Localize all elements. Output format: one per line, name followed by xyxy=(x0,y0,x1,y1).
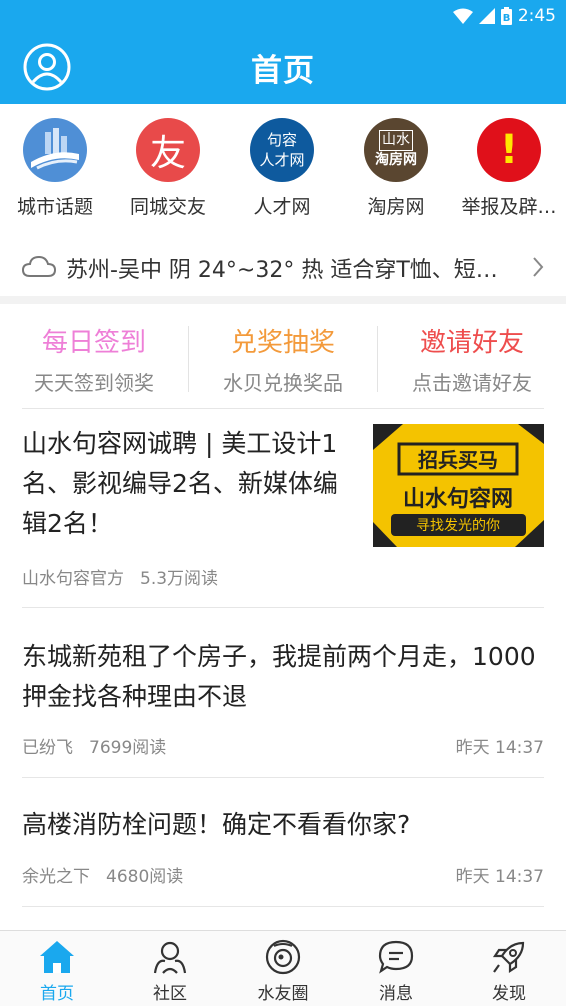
quick-link-label: 人才网 xyxy=(253,196,311,218)
news-title: 高楼消防栓问题！确定不看看你家? xyxy=(22,810,411,839)
news-author: 山水句容官方 xyxy=(22,569,124,589)
nav-label: 水友圈 xyxy=(257,984,309,1004)
home-icon xyxy=(17,937,97,977)
news-author: 已纷飞 xyxy=(22,738,73,758)
bottom-navigation: 首页 社区 水友圈 消息 发现 xyxy=(0,930,566,1006)
battery-icon: B xyxy=(500,7,512,25)
svg-text:B: B xyxy=(503,13,511,24)
nav-messages[interactable]: 消息 xyxy=(356,937,436,1004)
quick-link-label: 同城交友 xyxy=(129,196,206,218)
quick-link-report[interactable]: ! 举报及辟… xyxy=(454,118,564,219)
quick-link-label: 举报及辟… xyxy=(461,196,557,218)
nav-label: 消息 xyxy=(379,984,413,1004)
task-daily-checkin[interactable]: 每日签到 天天签到领奖 xyxy=(0,322,188,396)
house-icon: 山水 淘房网 xyxy=(364,118,428,182)
nav-label: 社区 xyxy=(153,984,187,1004)
task-title: 每日签到 xyxy=(41,328,146,358)
weather-text: 苏州-吴中 阴 24°~32° 热 适合穿T恤、短… xyxy=(66,258,498,283)
news-time: 昨天 14:37 xyxy=(455,867,544,887)
svg-text:招兵买马: 招兵买马 xyxy=(418,448,498,472)
divider xyxy=(22,777,544,778)
quick-link-friends[interactable]: 友 同城交友 xyxy=(113,118,223,219)
divider xyxy=(22,906,544,907)
signal-icon xyxy=(478,8,495,24)
news-meta: 已纷飞 7699阅读 昨天 14:37 xyxy=(22,733,544,758)
cloud-icon xyxy=(22,255,56,277)
task-row: 每日签到 天天签到领奖 兑奖抽奖 水贝兑换奖品 邀请好友 点击邀请好友 xyxy=(0,304,566,408)
nav-community[interactable]: 社区 xyxy=(130,937,210,1004)
nav-home[interactable]: 首页 xyxy=(17,937,97,1004)
quick-link-label: 城市话题 xyxy=(16,196,93,218)
nav-discover[interactable]: 发现 xyxy=(469,937,549,1004)
top-bar: B 2:45 首页 xyxy=(0,0,566,104)
message-icon xyxy=(356,937,436,977)
quick-links: 城市话题 友 同城交友 句容 人才网 人才网 山水 淘房网 淘房网 ! 举报及辟… xyxy=(0,104,566,234)
news-item[interactable]: 山水句容网诚聘 | 美工设计1名、影视编导2名、新媒体编辑2名！ xyxy=(22,424,358,544)
news-reads: 4680阅读 xyxy=(106,867,184,887)
news-reads: 7699阅读 xyxy=(89,738,167,758)
report-icon: ! xyxy=(477,118,541,182)
task-title: 邀请好友 xyxy=(419,328,524,358)
news-meta: 余光之下 4680阅读 昨天 14:37 xyxy=(22,862,544,887)
status-time: 2:45 xyxy=(517,6,556,26)
task-redeem-lottery[interactable]: 兑奖抽奖 水贝兑换奖品 xyxy=(189,322,377,396)
quick-link-house[interactable]: 山水 淘房网 淘房网 xyxy=(341,118,451,219)
circle-icon xyxy=(243,937,323,977)
svg-text:寻找发光的你: 寻找发光的你 xyxy=(416,518,500,534)
news-item[interactable]: 东城新苑租了个房子，我提前两个月走，1000押金找各种理由不退 xyxy=(22,637,544,717)
quick-link-talent[interactable]: 句容 人才网 人才网 xyxy=(227,118,337,219)
news-item[interactable]: 高楼消防栓问题！确定不看看你家? xyxy=(22,805,544,845)
nav-label: 发现 xyxy=(492,984,526,1004)
task-subtitle: 天天签到领奖 xyxy=(34,371,154,395)
news-meta: 山水句容官方 5.3万阅读 xyxy=(22,564,544,589)
task-subtitle: 点击邀请好友 xyxy=(412,371,532,395)
task-invite-friends[interactable]: 邀请好友 点击邀请好友 xyxy=(378,322,566,396)
svg-text:山水句容网: 山水句容网 xyxy=(403,486,513,512)
news-title: 东城新苑租了个房子，我提前两个月走，1000押金找各种理由不退 xyxy=(22,642,536,711)
status-bar: B 2:45 xyxy=(452,0,556,32)
wifi-icon xyxy=(452,8,473,24)
discover-icon xyxy=(469,937,549,977)
news-title: 山水句容网诚聘 | 美工设计1名、影视编导2名、新媒体编辑2名！ xyxy=(22,429,338,538)
task-title: 兑奖抽奖 xyxy=(230,328,335,358)
task-subtitle: 水贝兑换奖品 xyxy=(223,371,343,395)
nav-water-circle[interactable]: 水友圈 xyxy=(243,937,323,1004)
quick-link-label: 淘房网 xyxy=(367,196,425,218)
news-thumbnail[interactable]: 招兵买马 山水句容网 寻找发光的你 xyxy=(373,424,544,547)
chevron-right-icon xyxy=(533,257,544,277)
section-divider xyxy=(0,296,566,304)
news-time: 昨天 14:37 xyxy=(455,738,544,758)
quick-link-city-topic[interactable]: 城市话题 xyxy=(0,118,110,219)
news-reads: 5.3万阅读 xyxy=(140,569,219,589)
divider xyxy=(22,607,544,608)
talent-icon: 句容 人才网 xyxy=(250,118,314,182)
page-title: 首页 xyxy=(251,53,315,89)
weather-bar[interactable]: 苏州-吴中 阴 24°~32° 热 适合穿T恤、短… xyxy=(0,238,566,296)
community-icon xyxy=(130,937,210,977)
nav-label: 首页 xyxy=(40,984,74,1004)
friends-icon: 友 xyxy=(136,118,200,182)
divider xyxy=(22,408,544,409)
news-author: 余光之下 xyxy=(22,867,90,887)
city-topic-icon xyxy=(23,118,87,182)
